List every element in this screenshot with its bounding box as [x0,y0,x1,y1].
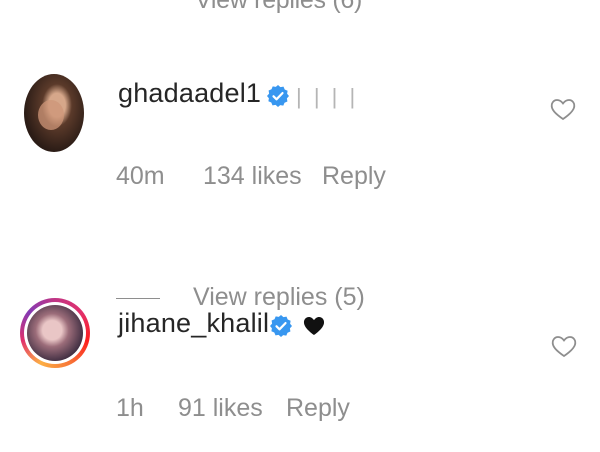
avatar[interactable] [20,298,90,368]
likes-count[interactable]: 91 likes [178,394,263,423]
username[interactable]: ghadaadel1 [118,78,261,109]
comment-text: | | | | [296,84,359,109]
view-replies-link-top[interactable]: View replies (6) [195,0,362,15]
likes-count[interactable]: 134 likes [203,162,302,191]
comment: ghadaadel1 | | | | 40m 134 likes Reply V… [0,66,600,311]
like-heart-icon[interactable] [550,97,576,121]
avatar[interactable] [24,74,84,152]
like-heart-icon[interactable] [551,334,577,358]
verified-badge-icon [267,85,289,107]
username[interactable]: jihane_khalil [118,308,269,339]
comment: jihane_khalil 1h 91 likes Reply [0,292,600,452]
comment-time: 1h [116,394,144,422]
black-heart-icon [303,317,325,335]
comment-time: 40m [116,162,165,190]
reply-button[interactable]: Reply [286,394,350,423]
reply-button[interactable]: Reply [322,162,386,191]
verified-badge-icon [270,315,292,337]
